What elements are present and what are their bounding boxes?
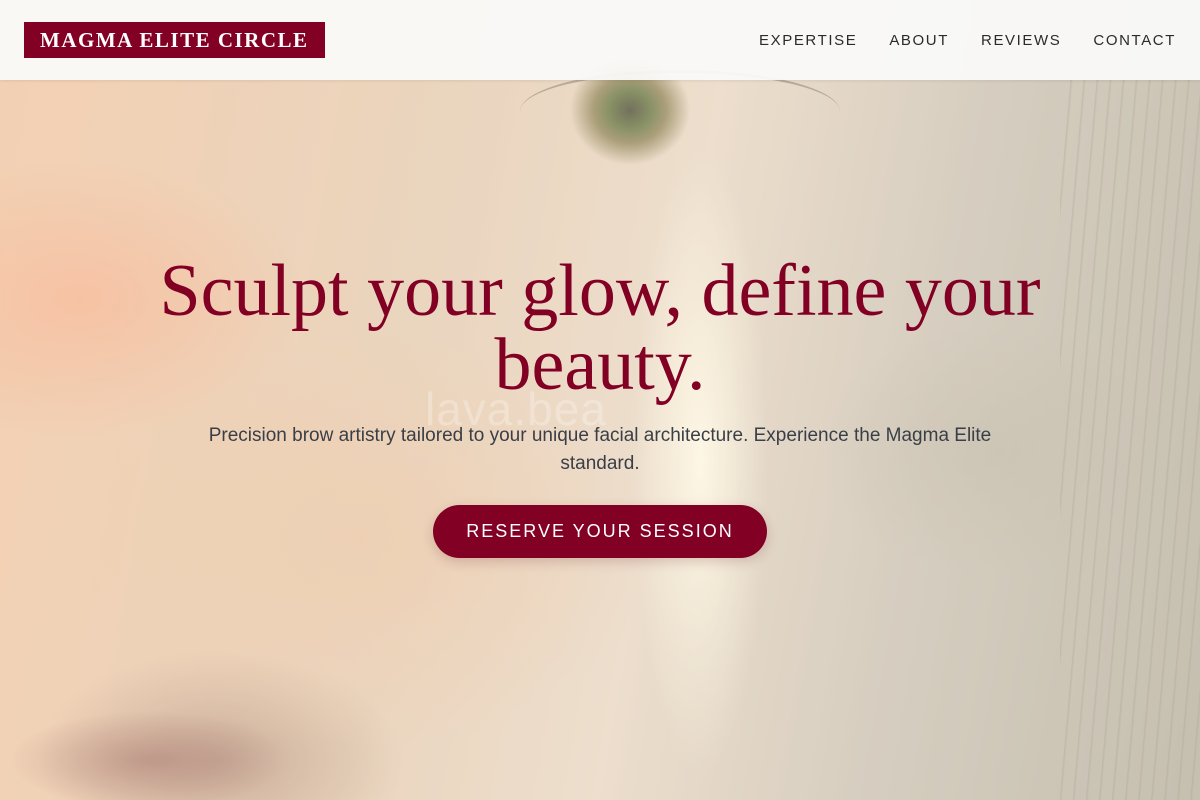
nav-link-contact[interactable]: CONTACT bbox=[1093, 32, 1176, 49]
nav-link-reviews[interactable]: REVIEWS bbox=[981, 32, 1061, 49]
hero-headline: Sculpt your glow, define your beauty. bbox=[159, 250, 1041, 406]
brand-logo[interactable]: MAGMA ELITE CIRCLE bbox=[24, 22, 325, 58]
reserve-session-button[interactable]: RESERVE YOUR SESSION bbox=[433, 505, 767, 558]
hero-subtext: Precision brow artistry tailored to your… bbox=[208, 425, 992, 474]
main-nav: EXPERTISE ABOUT REVIEWS CONTACT bbox=[759, 0, 1176, 80]
nav-link-expertise[interactable]: EXPERTISE bbox=[759, 32, 857, 49]
top-navigation-bar: MAGMA ELITE CIRCLE EXPERTISE ABOUT REVIE… bbox=[0, 0, 1200, 80]
nav-link-about[interactable]: ABOUT bbox=[889, 32, 949, 49]
